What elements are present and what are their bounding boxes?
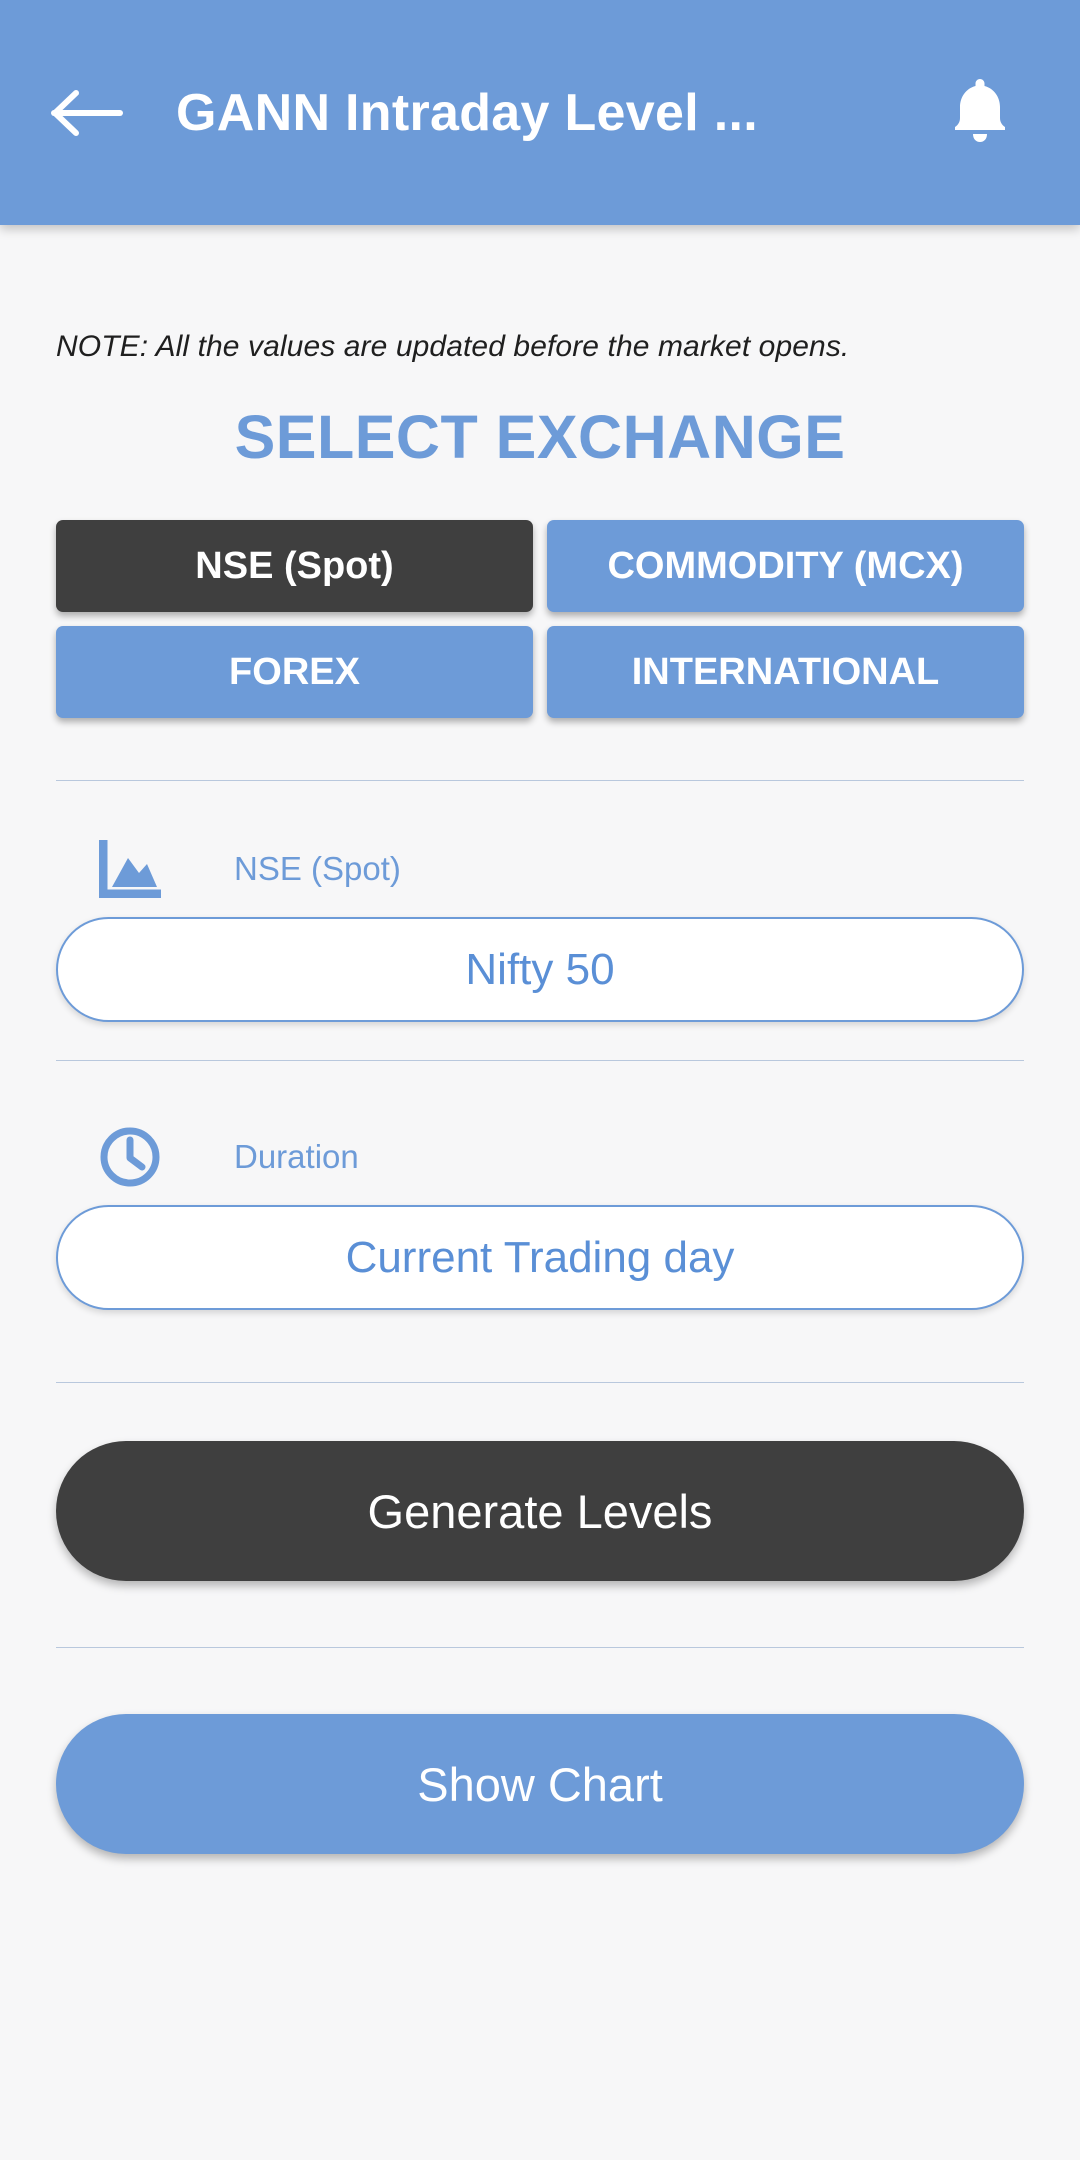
exchange-button-forex[interactable]: FOREX [56,626,533,718]
back-button[interactable] [44,70,130,156]
arrow-left-icon [50,85,124,141]
exchange-button-international[interactable]: INTERNATIONAL [547,626,1024,718]
page-title: GANN Intraday Level ... [176,83,758,142]
symbol-field-label: NSE (Spot) [234,850,401,887]
notification-button[interactable] [934,67,1026,159]
symbol-field-header: NSE (Spot) [56,821,1024,917]
main-content: NOTE: All the values are updated before … [0,330,1080,2160]
clock-icon [84,1126,176,1188]
app-bar: GANN Intraday Level ... [0,0,1080,225]
exchange-button-nse-spot[interactable]: NSE (Spot) [56,520,533,612]
duration-select[interactable]: Current Trading day [56,1205,1024,1310]
duration-field-header: Duration [56,1109,1024,1205]
duration-field-label: Duration [234,1138,359,1175]
symbol-select[interactable]: Nifty 50 [56,917,1024,1022]
exchange-button-commodity-mcx[interactable]: COMMODITY (MCX) [547,520,1024,612]
generate-levels-button[interactable]: Generate Levels [56,1441,1024,1581]
area-chart-icon [84,840,176,898]
note-text: NOTE: All the values are updated before … [56,330,850,363]
exchange-selector: NSE (Spot) COMMODITY (MCX) FOREX INTERNA… [56,520,1024,718]
bell-icon [949,75,1011,150]
show-chart-button[interactable]: Show Chart [56,1714,1024,1854]
select-exchange-heading: SELECT EXCHANGE [234,403,846,471]
